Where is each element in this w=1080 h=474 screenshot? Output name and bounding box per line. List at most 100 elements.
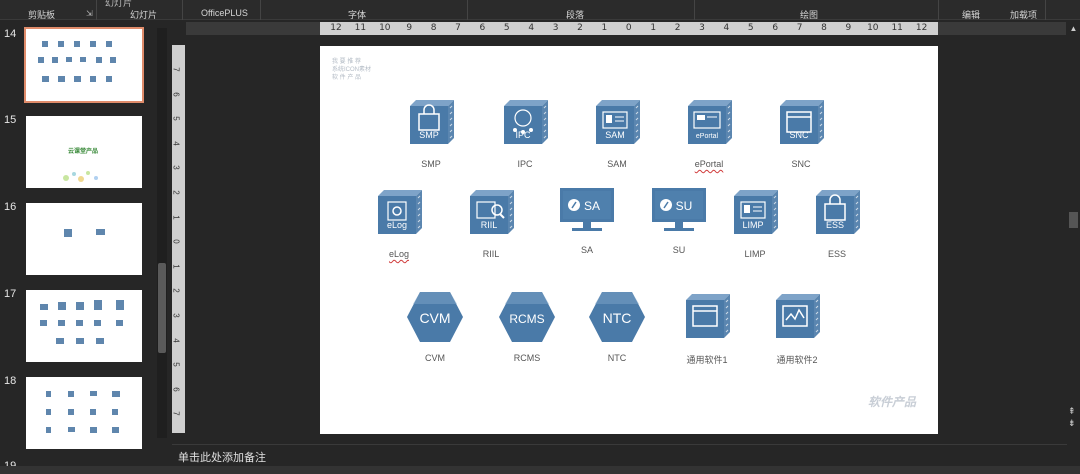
product-label: NTC — [607, 353, 627, 363]
svg-text:SU: SU — [676, 199, 693, 213]
ruler-tick-label: 12 — [330, 23, 342, 33]
product-riil[interactable]: RIIL RIIL — [456, 186, 526, 259]
product-label: CVM — [425, 353, 445, 363]
ruler-tick-label: 11 — [354, 23, 367, 33]
slide-thumbnail-pane: 14 15 云课堂产品 16 17 18 — [0, 20, 158, 472]
next-slide-icon[interactable]: ⇟ — [1068, 418, 1076, 429]
svg-text:ePortal: ePortal — [696, 133, 719, 140]
ruler-tick-label: 5 — [747, 23, 754, 33]
notes-placeholder[interactable]: 单击此处添加备注 — [178, 449, 266, 465]
ruler-tick-label: 2 — [171, 288, 181, 294]
ruler-tick-label: 5 — [171, 116, 181, 121]
thumbnail-scrollbar[interactable] — [157, 28, 167, 438]
dialog-launcher-icon[interactable]: ⇲ — [86, 9, 93, 18]
product-snc[interactable]: SNC SNC — [766, 96, 836, 169]
svg-text:LIMP: LIMP — [742, 220, 763, 230]
vertical-ruler[interactable]: 7 6 5 4 3 2 1 0 1 2 3 4 5 6 7 — [172, 45, 185, 433]
ribbon: 幻灯片 剪贴板 ⇲ 幻灯片 OfficePLUS 字体 段落 绘图 编辑 加载项 — [0, 0, 1080, 20]
slide-footer: 软件产品 — [867, 395, 916, 409]
header-line: 软 件 产 品 — [332, 75, 362, 81]
scroll-up-icon[interactable]: ▲ — [1068, 24, 1079, 34]
product-cube-id-icon: SAM — [582, 96, 652, 155]
thumbnail-number: 17 — [4, 288, 17, 300]
thumbnail-preview — [38, 41, 116, 82]
product-limp[interactable]: LIMP LIMP — [720, 186, 790, 259]
notes-pane[interactable]: 单击此处添加备注 — [172, 444, 1067, 466]
product-cube-wave-icon — [762, 290, 832, 349]
ribbon-group-editing[interactable]: 编辑 — [962, 8, 980, 21]
ruler-tick-label: 10 — [867, 23, 879, 33]
product-label: eLog — [388, 249, 410, 259]
status-bar — [0, 466, 1080, 474]
product-sa[interactable]: SA SA — [552, 186, 622, 255]
product-label: IPC — [517, 159, 533, 169]
product-label: SAM — [607, 159, 627, 169]
horizontal-ruler[interactable]: 12 11 10 9 8 7 6 5 4 3 2 1 0 1 2 3 4 5 6 7 8 9 10 11 12 — [320, 22, 938, 35]
ribbon-group-drawing[interactable]: 绘图 — [800, 8, 818, 21]
product-label: RCMS — [513, 353, 541, 363]
ruler-tick-label: 1 — [650, 23, 657, 33]
product-label: ePortal — [694, 159, 724, 169]
ribbon-group-paragraph[interactable]: 段落 — [566, 8, 584, 21]
ruler-tick-label: 7 — [796, 23, 803, 33]
product-cube-log-icon: eLog — [364, 186, 434, 245]
ruler-tick-label: 6 — [772, 23, 779, 33]
ribbon-group-font[interactable]: 字体 — [348, 8, 366, 21]
product-label: 通用软件1 — [686, 355, 728, 365]
product-通用软件2[interactable]: 通用软件2 — [762, 290, 832, 366]
product-label: LIMP — [744, 249, 766, 259]
product-cvm[interactable]: CVM CVM — [400, 290, 470, 363]
product-eportal[interactable]: ePortal ePortal — [674, 96, 744, 169]
ruler-tick-label: 4 — [723, 23, 730, 33]
product-label: RIIL — [482, 249, 500, 259]
svg-text:SAM: SAM — [605, 130, 625, 140]
ribbon-group-addins[interactable]: 加载项 — [1010, 8, 1037, 21]
thumbnail-number: 15 — [4, 114, 17, 126]
scrollbar-thumb[interactable] — [158, 263, 166, 353]
product-elog[interactable]: eLog eLog — [364, 186, 434, 259]
ribbon-group-officeplus[interactable]: OfficePLUS — [201, 8, 248, 18]
ruler-tick-label: 4 — [171, 337, 181, 343]
product-rcms[interactable]: RCMS RCMS — [492, 290, 562, 363]
scrollbar-thumb[interactable] — [1069, 212, 1078, 228]
ruler-tick-label: 11 — [891, 23, 903, 33]
product-ipc[interactable]: IPC IPC — [490, 96, 560, 169]
svg-text:SA: SA — [584, 199, 600, 213]
editor-scrollbar[interactable]: ▲ ⇞ ⇟ — [1067, 22, 1080, 442]
slide-thumbnail-14[interactable] — [24, 27, 144, 103]
product-label: SNC — [791, 159, 811, 169]
product-ess[interactable]: ESS ESS — [802, 186, 872, 259]
ruler-tick-label: 2 — [674, 23, 681, 33]
slide-thumbnail-16[interactable] — [26, 203, 142, 275]
ruler-tick-label: 1 — [601, 23, 608, 33]
svg-text:CVM: CVM — [419, 310, 450, 326]
slide-header-text: 我 要 推 荐 系统ICON素材 软 件 产 品 — [332, 58, 371, 82]
product-monitor-icon: SA — [552, 186, 622, 241]
svg-text:RIIL: RIIL — [481, 220, 498, 230]
slide-thumbnail-18[interactable] — [26, 377, 142, 449]
ruler-tick-label: 3 — [552, 23, 559, 33]
product-hexagon-icon: CVM — [400, 290, 470, 349]
ribbon-fragment: 幻灯片 — [105, 0, 133, 8]
ruler-tick-label: 1 — [171, 264, 181, 269]
ruler-tick-label: 7 — [171, 67, 181, 72]
ruler-tick-label: 9 — [406, 23, 413, 33]
product-sam[interactable]: SAM SAM — [582, 96, 652, 169]
header-line: 系统ICON素材 — [332, 67, 372, 73]
product-cube-portal-icon: ePortal — [674, 96, 744, 155]
ruler-tick-label: 0 — [171, 239, 181, 244]
previous-slide-icon[interactable]: ⇞ — [1068, 406, 1076, 417]
ruler-tick-label: 7 — [171, 411, 181, 417]
svg-text:SMP: SMP — [419, 130, 439, 140]
svg-text:SNC: SNC — [789, 130, 809, 140]
slide-thumbnail-15[interactable]: 云课堂产品 — [26, 116, 142, 188]
product-通用软件1[interactable]: 通用软件1 — [672, 290, 742, 366]
product-su[interactable]: SU SU — [644, 186, 714, 255]
product-smp[interactable]: SMP SMP — [396, 96, 466, 169]
slide-canvas[interactable]: 我 要 推 荐 系统ICON素材 软 件 产 品 软件产品 SMP SMP IP… — [320, 46, 938, 434]
slide-thumbnail-17[interactable] — [26, 290, 142, 362]
thumbnail-number: 14 — [4, 28, 17, 40]
thumbnail-number: 16 — [4, 201, 17, 213]
product-label: ESS — [827, 249, 846, 259]
product-ntc[interactable]: NTC NTC — [582, 290, 652, 363]
